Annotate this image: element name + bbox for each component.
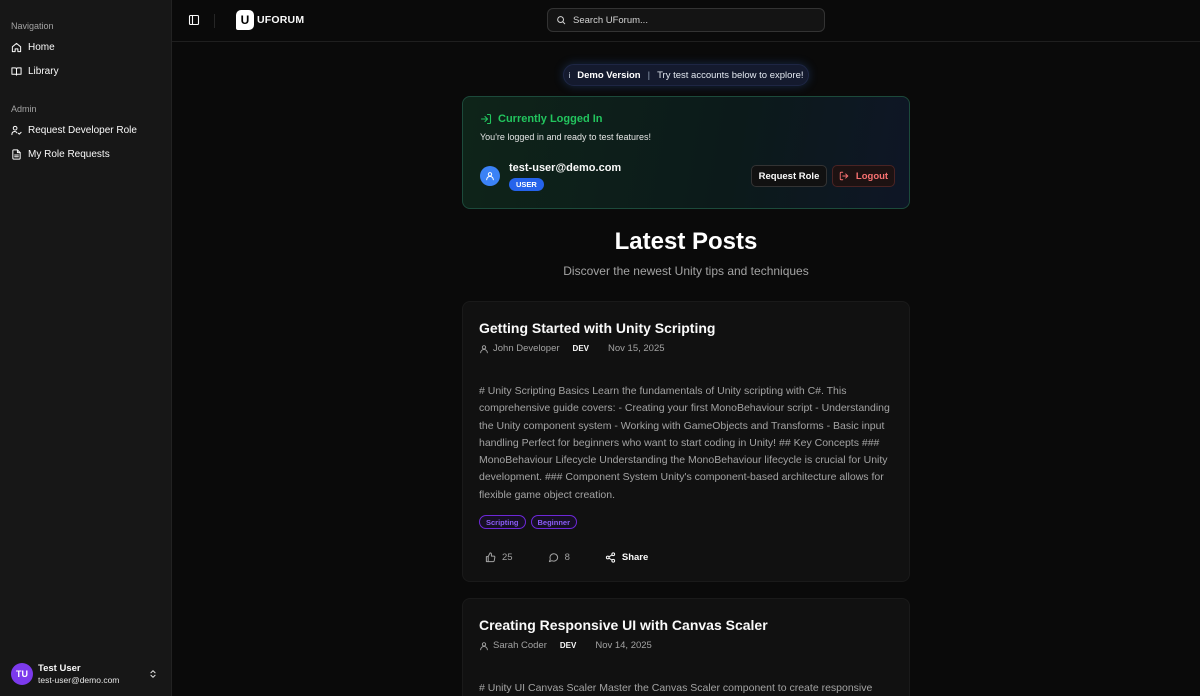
sidebar-item-request-developer-role[interactable]: Request Developer Role <box>6 119 166 141</box>
nav-section-title: Navigation <box>11 21 54 31</box>
thumbs-up-icon <box>485 551 496 562</box>
post-author[interactable]: Sarah Coder <box>493 640 547 651</box>
log-out-icon <box>839 171 849 181</box>
post-meta: John Developer DEV Nov 15, 2025 <box>479 343 665 354</box>
post-title[interactable]: Creating Responsive UI with Canvas Scale… <box>479 617 768 633</box>
share-label: Share <box>621 551 649 563</box>
topbar-divider <box>214 14 215 28</box>
logo-text: UFORUM <box>257 14 305 26</box>
request-role-button[interactable]: Request Role <box>751 165 827 187</box>
logo-mark: U <box>236 10 254 30</box>
sidebar-item-label: My Role Requests <box>28 148 110 160</box>
login-avatar <box>480 166 500 186</box>
tag-beginner[interactable]: Beginner <box>530 515 578 529</box>
topbar: U UFORUM <box>172 0 1200 42</box>
post-tags: Scripting Beginner <box>479 515 582 529</box>
sidebar-item-label: Library <box>28 65 59 77</box>
book-icon <box>11 66 22 76</box>
user-email: test-user@demo.com <box>38 675 120 685</box>
sidebar: Navigation Home Library Admin Request De… <box>0 0 172 696</box>
info-icon: i <box>568 70 571 80</box>
page-title: Latest Posts <box>614 228 758 255</box>
admin-section-title: Admin <box>11 104 37 114</box>
post-date: Nov 14, 2025 <box>595 640 652 651</box>
logo[interactable]: U UFORUM <box>236 10 304 30</box>
user-icon <box>480 344 488 353</box>
demo-separator: | <box>647 69 651 81</box>
post-card[interactable]: Getting Started with Unity Scripting Joh… <box>462 301 910 582</box>
login-subtitle: You're logged in and ready to test featu… <box>480 132 652 142</box>
search-input[interactable] <box>573 14 813 26</box>
share-button[interactable]: Share <box>599 547 654 567</box>
comment-button[interactable]: 8 <box>542 547 576 567</box>
login-title: Currently Logged In <box>480 113 603 125</box>
role-badge: USER <box>509 178 544 191</box>
avatar: TU <box>11 663 33 685</box>
sidebar-item-library[interactable]: Library <box>6 60 166 82</box>
sidebar-item-label: Home <box>28 41 55 53</box>
like-count: 25 <box>502 551 513 563</box>
user-check-icon <box>11 125 22 135</box>
log-in-icon <box>480 113 492 125</box>
tag-scripting[interactable]: Scripting <box>479 515 526 529</box>
demo-banner: i Demo Version | Try test accounts below… <box>563 64 809 86</box>
post-meta: Sarah Coder DEV Nov 14, 2025 <box>479 640 652 651</box>
sidebar-item-my-role-requests[interactable]: My Role Requests <box>6 143 166 165</box>
demo-title: Demo Version <box>577 69 641 81</box>
login-title-text: Currently Logged In <box>498 113 603 125</box>
sidebar-toggle-icon[interactable] <box>188 14 200 26</box>
post-excerpt: # Unity UI Canvas Scaler Master the Canv… <box>479 682 873 694</box>
user-info: Test User test-user@demo.com <box>38 663 119 685</box>
user-menu[interactable]: TU Test User test-user@demo.com <box>6 658 166 690</box>
search-icon <box>557 16 566 25</box>
like-button[interactable]: 25 <box>479 547 519 567</box>
login-email: test-user@demo.com <box>509 162 622 174</box>
message-circle-icon <box>548 552 558 562</box>
post-title[interactable]: Getting Started with Unity Scripting <box>479 320 715 336</box>
sidebar-item-label: Request Developer Role <box>28 124 137 136</box>
document-icon <box>12 148 21 160</box>
post-author[interactable]: John Developer <box>493 343 560 354</box>
user-name: Test User <box>38 663 81 674</box>
home-icon <box>11 42 22 52</box>
post-date: Nov 15, 2025 <box>608 343 665 354</box>
post-card[interactable]: Creating Responsive UI with Canvas Scale… <box>462 598 910 696</box>
user-icon <box>486 172 494 181</box>
author-role-badge: DEV <box>572 344 589 353</box>
search-bar[interactable] <box>547 8 825 32</box>
logout-label: Logout <box>855 170 889 182</box>
sidebar-item-home[interactable]: Home <box>6 36 166 58</box>
post-actions: 25 8 Share <box>479 547 677 567</box>
comment-count: 8 <box>564 551 570 563</box>
share-icon <box>605 551 616 563</box>
author-role-badge: DEV <box>559 641 577 650</box>
login-status-card: Currently Logged In You're logged in and… <box>462 96 910 209</box>
user-icon <box>480 641 488 650</box>
logout-button[interactable]: Logout <box>832 165 895 187</box>
post-excerpt: # Unity Scripting Basics Learn the funda… <box>479 385 890 501</box>
chevrons-up-down-icon <box>150 670 156 678</box>
demo-text: Try test accounts below to explore! <box>657 69 804 81</box>
page-subtitle: Discover the newest Unity tips and techn… <box>563 264 809 278</box>
